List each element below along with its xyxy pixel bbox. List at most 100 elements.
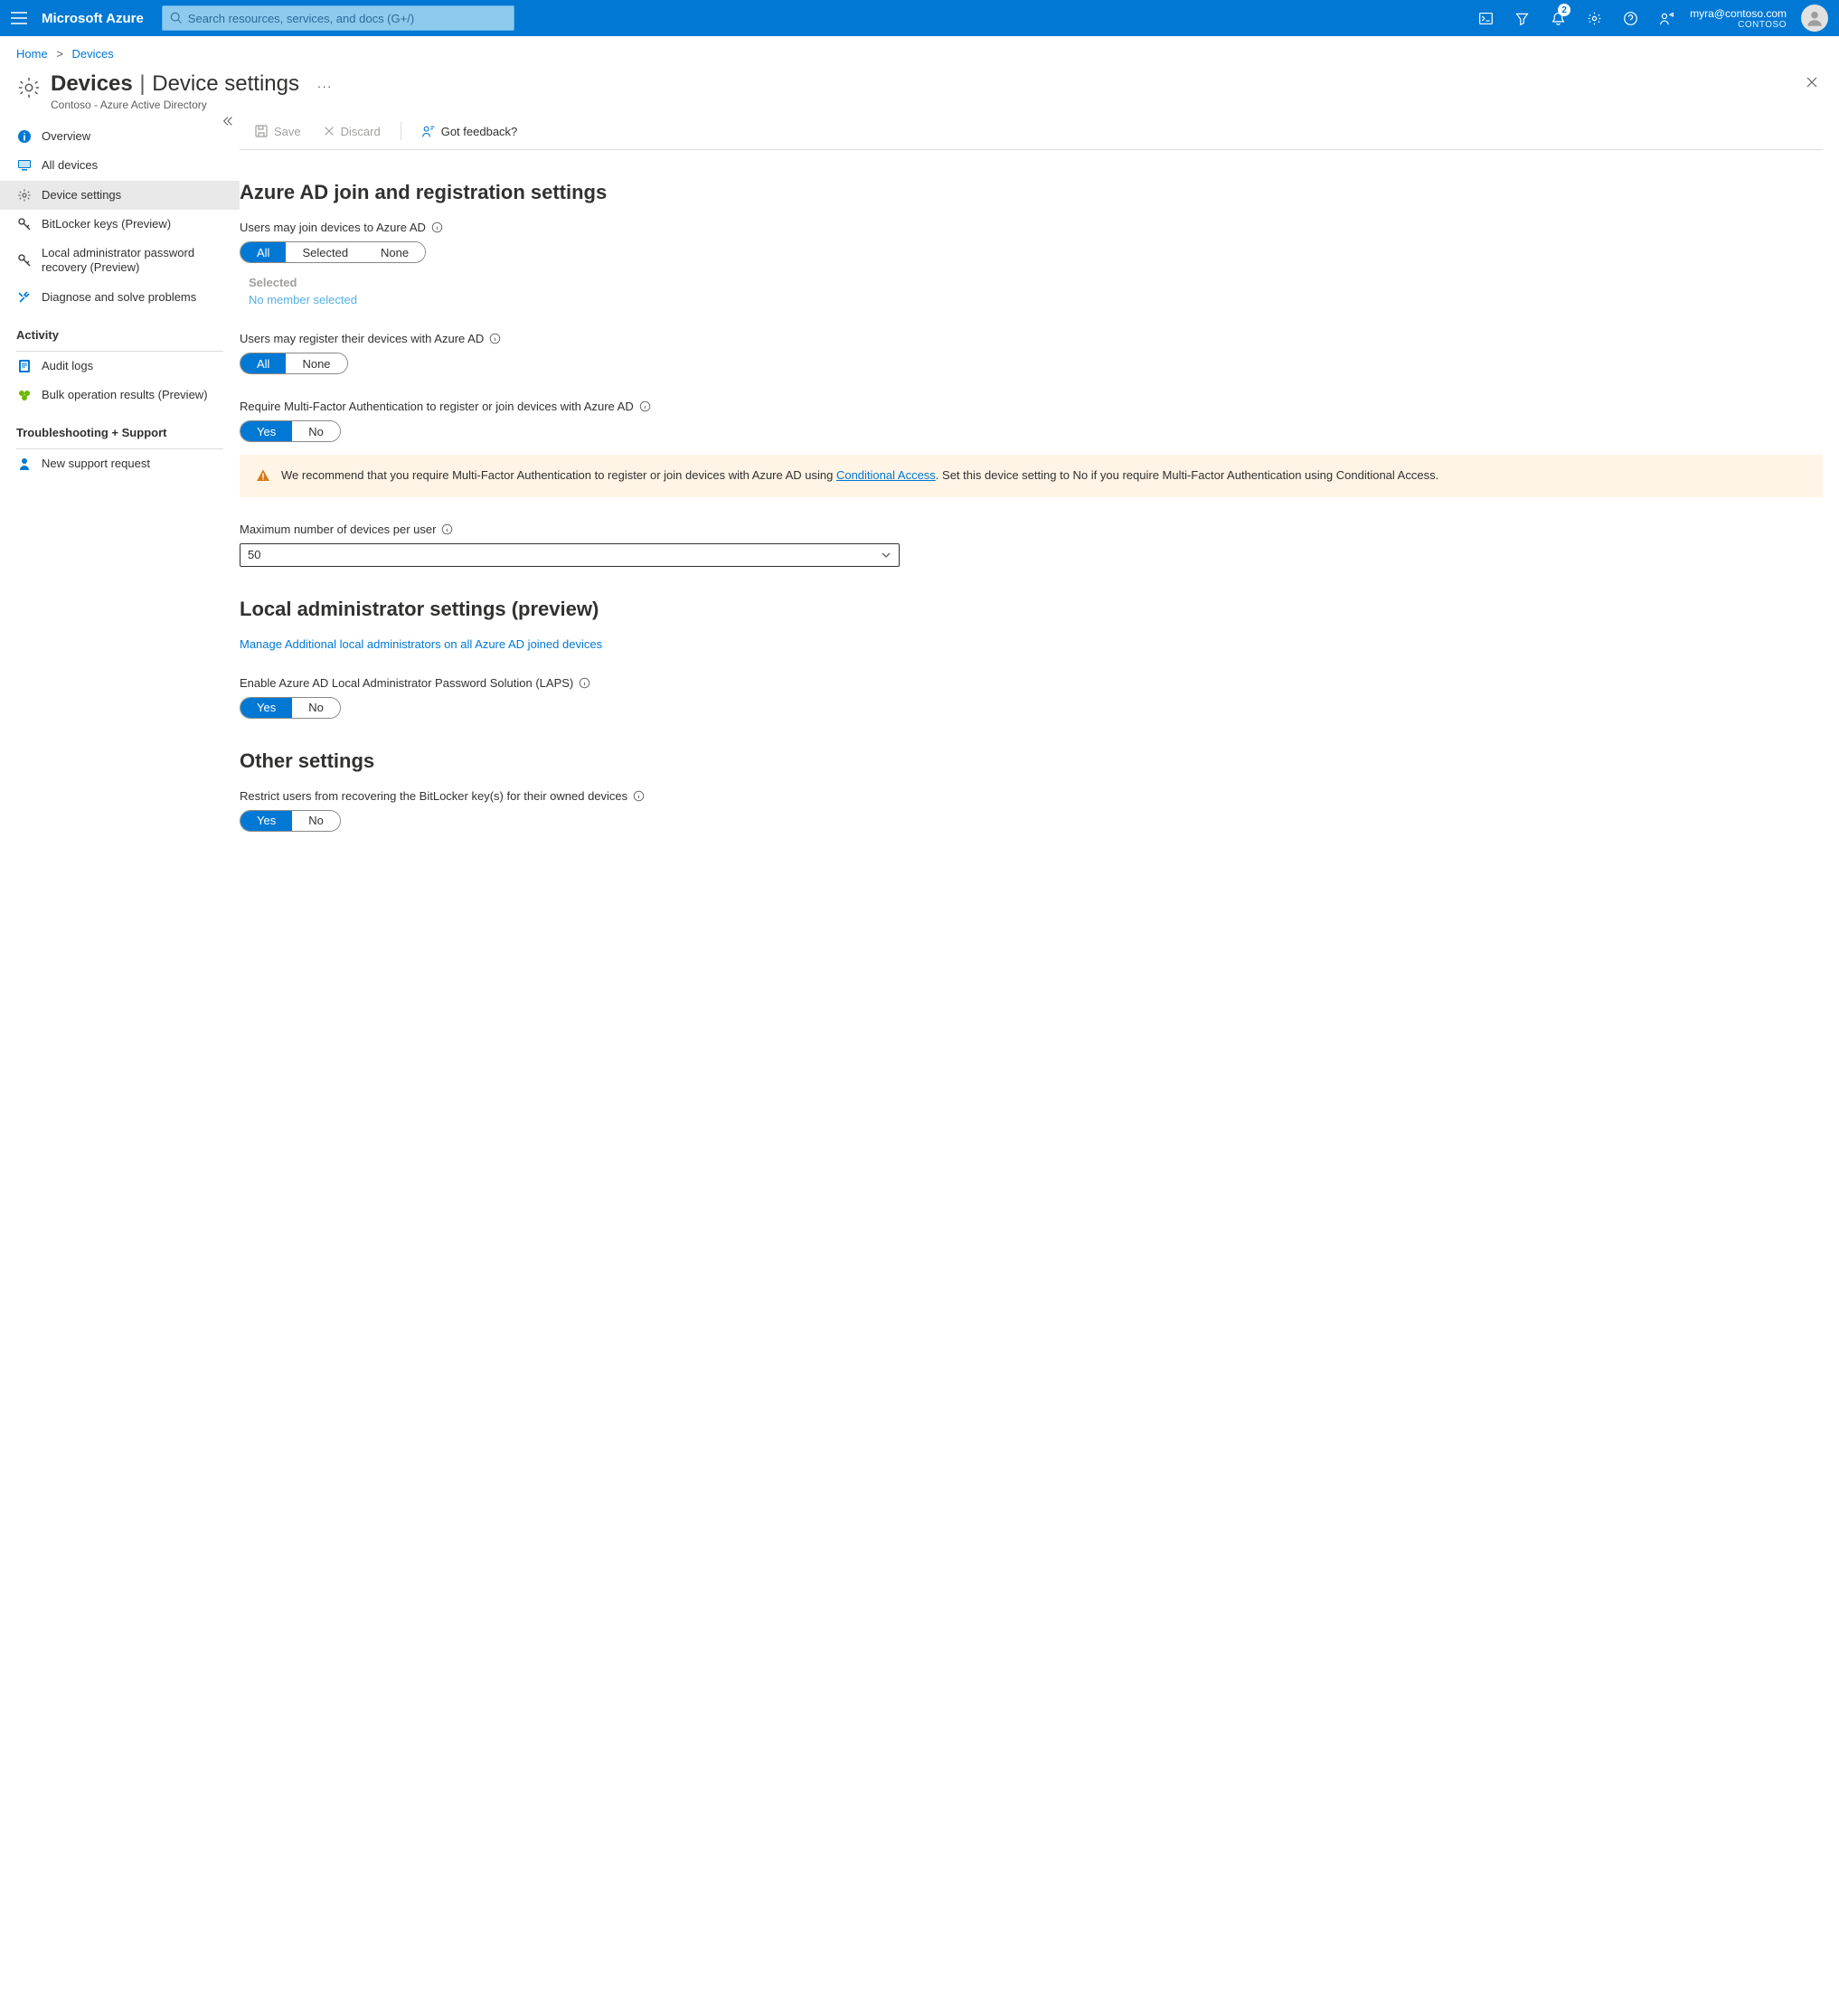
feedback-icon	[421, 124, 436, 138]
info-icon[interactable]	[441, 523, 453, 535]
nav-bulk-ops[interactable]: Bulk operation results (Preview)	[0, 381, 240, 410]
search-input[interactable]	[188, 12, 506, 25]
help-icon[interactable]	[1614, 0, 1646, 36]
bitlocker-restrict-label: Restrict users from recovering the BitLo…	[240, 789, 627, 803]
info-icon[interactable]	[489, 333, 501, 344]
field-register-devices: Users may register their devices with Az…	[240, 332, 1823, 374]
gear-small-icon	[16, 188, 33, 203]
page-title-sub: Device settings	[152, 71, 299, 96]
nav-section-activity: Activity	[0, 312, 240, 347]
info-icon[interactable]	[579, 677, 590, 689]
brand-label[interactable]: Microsoft Azure	[42, 11, 144, 26]
feedback-button[interactable]: Got feedback?	[414, 120, 525, 142]
register-opt-none[interactable]: None	[286, 353, 346, 373]
join-opt-selected[interactable]: Selected	[286, 242, 364, 262]
discard-button[interactable]: Discard	[316, 121, 388, 142]
mfa-opt-no[interactable]: No	[292, 421, 340, 441]
feedback-header-icon[interactable]	[1650, 0, 1683, 36]
close-icon[interactable]	[1801, 71, 1823, 93]
nav-bitlocker-keys[interactable]: BitLocker keys (Preview)	[0, 210, 240, 239]
laps-opt-yes[interactable]: Yes	[240, 698, 292, 718]
info-icon[interactable]	[431, 221, 443, 233]
wrench-icon	[16, 290, 33, 305]
field-bitlocker-restrict: Restrict users from recovering the BitLo…	[240, 789, 1823, 832]
nav-diagnose[interactable]: Diagnose and solve problems	[0, 283, 240, 312]
save-icon	[254, 124, 269, 138]
notice-text-pre: We recommend that you require Multi-Fact…	[281, 468, 836, 482]
join-devices-label: Users may join devices to Azure AD	[240, 221, 426, 234]
mfa-toggle: Yes No	[240, 420, 341, 442]
breadcrumb-sep: >	[56, 47, 63, 61]
support-icon	[16, 457, 33, 471]
notification-badge: 2	[1558, 4, 1570, 16]
page-gear-icon	[16, 75, 42, 100]
page-subtitle: Contoso - Azure Active Directory	[51, 99, 1801, 111]
field-mfa: Require Multi-Factor Authentication to r…	[240, 400, 1823, 497]
save-button[interactable]: Save	[247, 120, 308, 142]
settings-gear-icon[interactable]	[1578, 0, 1610, 36]
field-laps: Enable Azure AD Local Administrator Pass…	[240, 676, 1823, 719]
search-icon	[170, 12, 183, 24]
info-circle-icon	[16, 129, 33, 144]
nav-local-admin-recovery[interactable]: Local administrator password recovery (P…	[0, 239, 240, 283]
bitlocker-opt-no[interactable]: No	[292, 811, 340, 831]
page-title-main: Devices	[51, 71, 133, 96]
section-other-heading: Other settings	[240, 749, 1823, 773]
nav-audit-logs[interactable]: Audit logs	[0, 352, 240, 381]
laps-toggle: Yes No	[240, 697, 341, 719]
more-actions-icon[interactable]: ···	[317, 79, 333, 93]
key-icon	[16, 253, 33, 268]
register-opt-all[interactable]: All	[240, 353, 286, 373]
info-icon[interactable]	[633, 790, 645, 802]
max-devices-label: Maximum number of devices per user	[240, 523, 436, 536]
monitor-icon	[16, 158, 33, 173]
cloud-shell-icon[interactable]	[1469, 0, 1502, 36]
content: Save Discard Got feedback? Azure AD join…	[240, 115, 1839, 893]
join-opt-none[interactable]: None	[364, 242, 425, 262]
breadcrumb: Home > Devices	[0, 36, 1839, 66]
warning-icon	[256, 467, 270, 485]
notice-text-post: . Set this device setting to No if you r…	[936, 468, 1438, 482]
title-separator: |	[139, 71, 145, 96]
nav-overview[interactable]: Overview	[0, 122, 240, 151]
nav-support-request[interactable]: New support request	[0, 449, 240, 478]
selected-members-box: Selected No member selected	[249, 276, 1823, 306]
account-email: myra@contoso.com	[1690, 7, 1787, 20]
account-block[interactable]: myra@contoso.com CONTOSO	[1690, 7, 1794, 30]
info-icon[interactable]	[639, 400, 651, 412]
avatar[interactable]	[1801, 5, 1828, 32]
chevron-down-icon	[881, 550, 891, 561]
key-icon	[16, 217, 33, 231]
nav-device-settings[interactable]: Device settings	[0, 181, 240, 210]
selected-value[interactable]: No member selected	[249, 293, 1823, 306]
max-devices-value: 50	[248, 548, 260, 561]
breadcrumb-home[interactable]: Home	[16, 47, 48, 61]
header-icons: 2	[1469, 0, 1683, 36]
join-opt-all[interactable]: All	[240, 242, 286, 262]
manage-admins-link[interactable]: Manage Additional local administrators o…	[240, 637, 602, 651]
field-manage-admins: Manage Additional local administrators o…	[240, 637, 1823, 651]
notifications-icon[interactable]: 2	[1542, 0, 1574, 36]
discard-icon	[323, 125, 335, 137]
collapse-nav-icon[interactable]	[222, 115, 234, 127]
laps-opt-no[interactable]: No	[292, 698, 340, 718]
toolbar: Save Discard Got feedback?	[240, 115, 1823, 150]
breadcrumb-devices[interactable]: Devices	[72, 47, 114, 61]
conditional-access-link[interactable]: Conditional Access	[836, 468, 936, 482]
hamburger-icon[interactable]	[7, 8, 31, 28]
top-header: Microsoft Azure 2 myra@contoso.com CONTO…	[0, 0, 1839, 36]
field-max-devices: Maximum number of devices per user 50	[240, 523, 1823, 567]
nav-section-troubleshoot: Troubleshooting + Support	[0, 410, 240, 445]
mfa-opt-yes[interactable]: Yes	[240, 421, 292, 441]
field-join-devices: Users may join devices to Azure AD All S…	[240, 221, 1823, 306]
max-devices-select[interactable]: 50	[240, 543, 900, 567]
join-devices-toggle: All Selected None	[240, 241, 426, 263]
side-nav: Overview All devices Device settings Bit…	[0, 115, 240, 893]
bitlocker-toggle: Yes No	[240, 810, 341, 832]
search-box[interactable]	[162, 5, 514, 31]
laps-label: Enable Azure AD Local Administrator Pass…	[240, 676, 573, 690]
nav-all-devices[interactable]: All devices	[0, 151, 240, 180]
bitlocker-opt-yes[interactable]: Yes	[240, 811, 292, 831]
log-icon	[16, 359, 33, 373]
directory-filter-icon[interactable]	[1505, 0, 1538, 36]
